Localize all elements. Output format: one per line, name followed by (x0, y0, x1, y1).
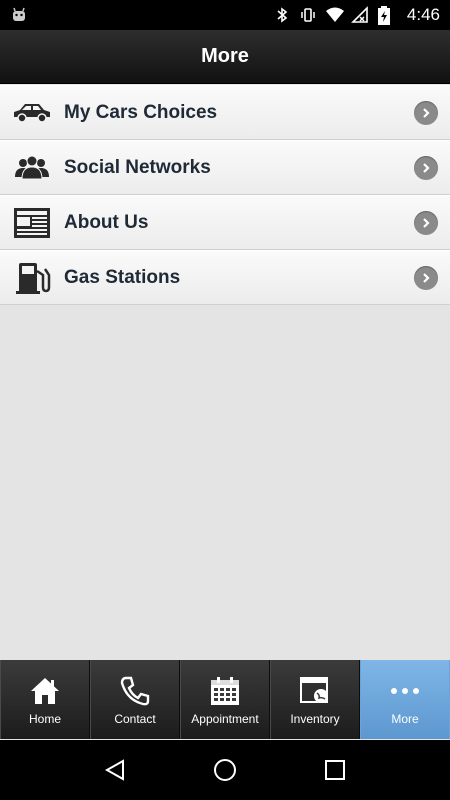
tab-contact[interactable]: Contact (90, 660, 180, 739)
tab-home[interactable]: Home (0, 660, 90, 739)
menu-item-label: My Cars Choices (64, 101, 218, 123)
no-signal-icon (350, 6, 369, 24)
home-icon (28, 674, 62, 708)
app-header: More (0, 30, 450, 84)
calendar-icon (208, 674, 242, 708)
phone-icon (118, 674, 152, 708)
tab-label: Inventory (290, 711, 340, 726)
menu-list: My Cars Choices Social Networks About Us… (0, 85, 450, 305)
menu-item-gas-stations[interactable]: Gas Stations (0, 250, 450, 305)
android-icon (10, 6, 28, 24)
wifi-icon (325, 6, 344, 24)
chevron-right-icon (414, 210, 438, 235)
chevron-right-icon (414, 265, 438, 290)
menu-item-social-networks[interactable]: Social Networks (0, 140, 450, 195)
tab-label: Home (28, 711, 61, 726)
car-icon (12, 96, 52, 130)
status-time: 4:46 (406, 5, 440, 24)
status-bar: 4:46 (0, 0, 450, 30)
tab-inventory[interactable]: Inventory (270, 660, 360, 739)
system-nav-bar (0, 740, 450, 800)
menu-item-about-us[interactable]: About Us (0, 195, 450, 250)
back-icon[interactable] (95, 750, 135, 790)
tab-appointment[interactable]: Appointment (180, 660, 270, 739)
tab-bar: Home Contact Appointment Inventory More (0, 660, 450, 739)
newspaper-icon (12, 206, 52, 240)
gas-pump-icon (12, 261, 52, 295)
chevron-right-icon (414, 100, 438, 125)
browser-globe-icon (298, 674, 332, 708)
more-dots-icon (388, 674, 422, 708)
vibrate-icon (299, 6, 317, 24)
recents-icon[interactable] (315, 750, 355, 790)
menu-item-label: Social Networks (64, 156, 211, 178)
home-button-icon[interactable] (205, 750, 245, 790)
battery-charging-icon (377, 6, 395, 25)
chevron-right-icon (414, 155, 438, 180)
tab-label: Contact (114, 711, 156, 726)
menu-item-label: About Us (64, 211, 149, 233)
bluetooth-icon (273, 6, 291, 24)
menu-item-my-cars-choices[interactable]: My Cars Choices (0, 85, 450, 140)
page-title: More (201, 45, 249, 67)
tab-label: More (391, 711, 419, 726)
people-icon (12, 151, 52, 185)
tab-label: Appointment (191, 711, 259, 726)
tab-more[interactable]: More (360, 660, 450, 739)
menu-item-label: Gas Stations (64, 266, 181, 288)
